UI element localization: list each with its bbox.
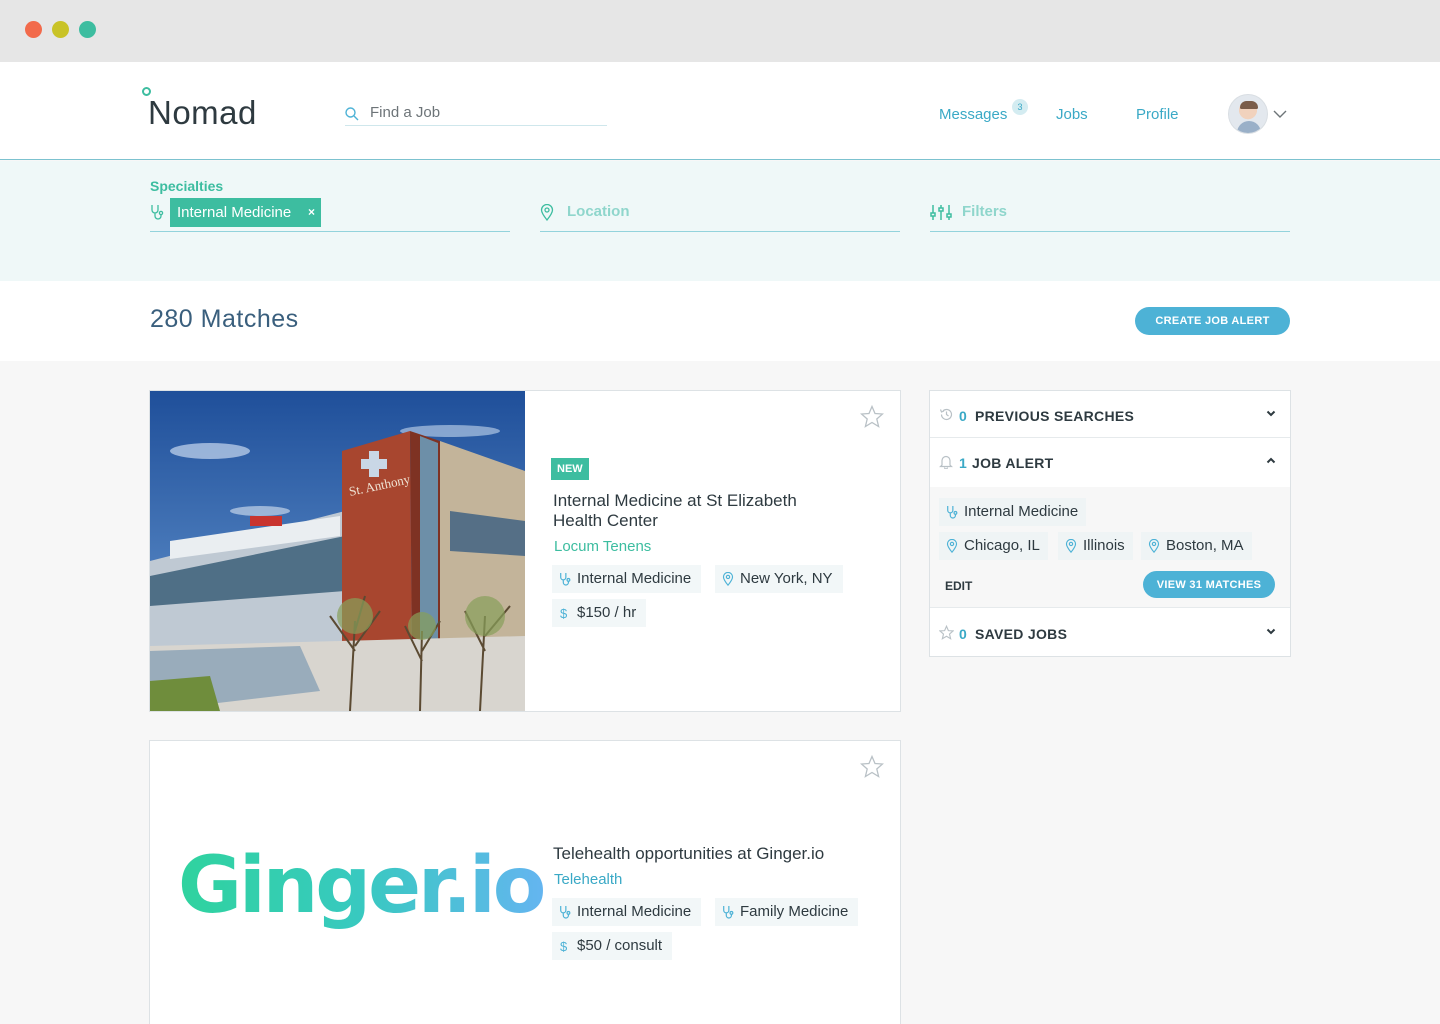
rate-tag: $ $50 / consult	[552, 932, 673, 960]
specialty-tag-label: Internal Medicine	[577, 570, 692, 587]
stethoscope-icon	[560, 906, 571, 919]
alert-location-tag: Illinois	[1058, 532, 1133, 560]
job-search	[345, 104, 607, 126]
alert-location-tag: Boston, MA	[1141, 532, 1252, 560]
chevron-down-icon	[1266, 410, 1276, 417]
job-card[interactable]: St. Anthony NEW Internal Medicine at St …	[149, 390, 901, 712]
location-placeholder: Location	[567, 203, 630, 220]
specialty-chip-label: Internal Medicine	[177, 204, 292, 221]
alert-specialty-label: Internal Medicine	[964, 503, 1079, 520]
stethoscope-icon	[723, 906, 734, 919]
job-alert-label: JOB ALERT	[972, 455, 1054, 471]
location-pin-icon	[946, 539, 958, 553]
location-pin-icon	[1065, 539, 1077, 553]
filters-label: Filters	[962, 203, 1008, 220]
view-matches-button[interactable]: VIEW 31 MATCHES	[1143, 571, 1275, 598]
location-pin-icon	[722, 572, 734, 586]
nav-messages[interactable]: Messages	[939, 106, 1007, 123]
svg-text:$: $	[560, 606, 568, 620]
create-job-alert-button[interactable]: CREATE JOB ALERT	[1135, 307, 1290, 335]
chevron-down-icon[interactable]	[1273, 110, 1287, 119]
maximize-window-button[interactable]	[79, 21, 96, 38]
window-chrome	[0, 0, 1440, 62]
svg-text:$: $	[560, 939, 568, 953]
dollar-icon: $	[560, 939, 568, 953]
specialty-tag-label: Family Medicine	[740, 903, 849, 920]
location-tag-label: New York, NY	[740, 570, 833, 587]
job-type: Telehealth	[554, 871, 623, 888]
specialty-tag: Internal Medicine	[552, 565, 702, 593]
bell-icon	[939, 455, 953, 469]
alert-location-tag: Chicago, IL	[939, 532, 1048, 560]
star-icon[interactable]	[860, 405, 884, 428]
close-window-button[interactable]	[25, 21, 42, 38]
location-pin-icon	[1148, 539, 1160, 553]
brand-logo[interactable]: Nomad	[148, 94, 257, 132]
search-sidebar: 0 PREVIOUS SEARCHES 1 JOB ALERT Internal…	[929, 390, 1291, 657]
alert-location-label: Illinois	[1083, 537, 1125, 554]
specialty-tag: Internal Medicine	[552, 898, 702, 926]
results-header: 280 Matches CREATE JOB ALERT	[0, 281, 1440, 361]
search-icon	[345, 107, 359, 121]
specialty-tag-label: Internal Medicine	[577, 903, 692, 920]
job-title-line2: Health Center	[553, 511, 658, 530]
specialty-chip: Internal Medicine ×	[170, 198, 321, 227]
company-logo: Ginger.io	[178, 841, 546, 931]
new-badge: NEW	[551, 458, 589, 480]
matches-count: 280 Matches	[150, 305, 299, 333]
chevron-down-icon	[1266, 628, 1276, 635]
job-alert-row[interactable]: 1 JOB ALERT	[930, 438, 1290, 485]
alert-specialty-tag: Internal Medicine	[939, 498, 1087, 526]
location-tag: New York, NY	[715, 565, 843, 593]
rate-tag-label: $50 / consult	[577, 937, 663, 954]
sliders-icon	[930, 205, 952, 220]
previous-searches-count: 0	[959, 408, 967, 424]
filters-field[interactable]: Filters	[930, 197, 1290, 232]
job-title[interactable]: Internal Medicine at St Elizabeth Health…	[553, 491, 797, 531]
edit-alert-link[interactable]: EDIT	[945, 579, 972, 593]
rate-tag: $ $150 / hr	[552, 599, 647, 627]
filter-bar: Specialties Internal Medicine × Location…	[0, 161, 1440, 281]
previous-searches-row[interactable]: 0 PREVIOUS SEARCHES	[930, 391, 1290, 438]
stethoscope-icon	[560, 573, 571, 586]
job-type: Locum Tenens	[554, 538, 652, 555]
job-card[interactable]: Ginger.io Telehealth opportunities at Gi…	[149, 740, 901, 1024]
job-title[interactable]: Telehealth opportunities at Ginger.io	[553, 844, 824, 864]
job-title-line1: Internal Medicine at St Elizabeth	[553, 491, 797, 510]
job-alert-details: Internal Medicine Chicago, IL Illinois B…	[930, 487, 1290, 608]
saved-jobs-row[interactable]: 0 SAVED JOBS	[930, 609, 1290, 656]
avatar[interactable]	[1228, 94, 1268, 134]
stethoscope-icon	[151, 205, 164, 220]
stethoscope-icon	[947, 506, 958, 519]
top-header: Nomad Messages 3 Jobs Profile	[0, 62, 1440, 160]
job-alert-count: 1	[959, 455, 967, 471]
saved-jobs-label: SAVED JOBS	[975, 626, 1068, 642]
dollar-icon: $	[560, 606, 568, 620]
messages-count-badge: 3	[1012, 99, 1028, 115]
star-icon[interactable]	[860, 755, 884, 778]
nav-jobs[interactable]: Jobs	[1056, 106, 1088, 123]
star-icon	[939, 625, 954, 640]
nav-profile[interactable]: Profile	[1136, 106, 1179, 123]
history-icon	[939, 408, 953, 421]
search-input[interactable]	[370, 104, 600, 121]
alert-location-label: Chicago, IL	[964, 537, 1040, 554]
specialty-tag: Family Medicine	[715, 898, 859, 926]
previous-searches-label: PREVIOUS SEARCHES	[975, 408, 1135, 424]
minimize-window-button[interactable]	[52, 21, 69, 38]
specialties-label: Specialties	[150, 178, 224, 194]
specialties-field[interactable]: Internal Medicine ×	[150, 197, 510, 232]
job-image: St. Anthony	[150, 391, 525, 711]
rate-tag-label: $150 / hr	[577, 604, 637, 621]
saved-jobs-count: 0	[959, 626, 967, 642]
location-pin-icon	[540, 204, 554, 221]
remove-chip-button[interactable]: ×	[299, 198, 315, 227]
location-field[interactable]: Location	[540, 197, 900, 232]
alert-location-label: Boston, MA	[1166, 537, 1244, 554]
chevron-up-icon	[1266, 457, 1276, 464]
